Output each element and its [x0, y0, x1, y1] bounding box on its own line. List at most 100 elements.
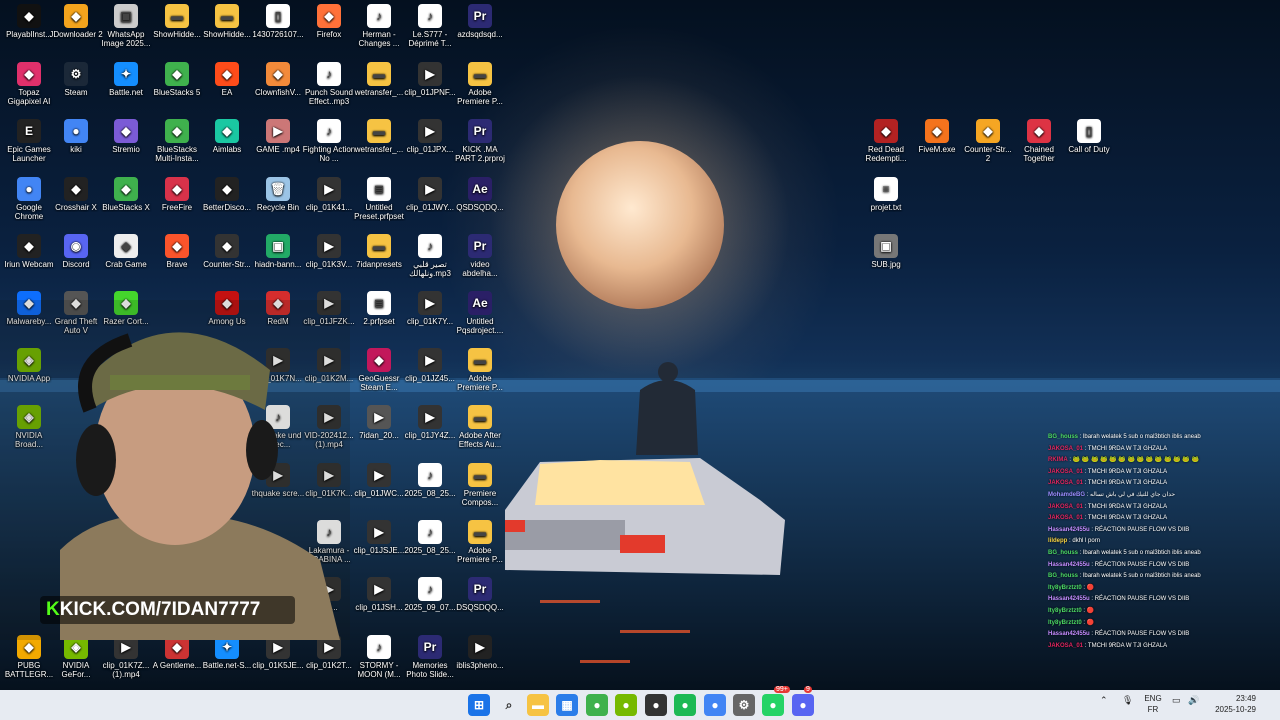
desktop-icon[interactable]: ▬ 7idanpresets: [352, 234, 406, 269]
chat-username[interactable]: BG_houss: [1048, 573, 1078, 579]
desktop-icon[interactable]: ♪ STORMY - MOON (M...: [352, 635, 406, 679]
desktop-icon[interactable]: ≣ Untitled Preset.prfpset: [352, 177, 406, 221]
desktop-icon[interactable]: ◆ Chained Together: [1012, 119, 1066, 163]
desktop-icon[interactable]: ◆ Firefox: [302, 4, 356, 39]
chat-username[interactable]: lty8yBrztzt0: [1048, 620, 1082, 626]
gear-icon[interactable]: ⚙: [733, 694, 755, 716]
desktop-icon[interactable]: ✦ Battle.net: [99, 62, 153, 97]
desktop-icon[interactable]: ▶ clip_01JPNF...: [403, 62, 457, 97]
desktop-icon[interactable]: Pr Memories Photo Slide...: [403, 635, 457, 679]
desktop-icon[interactable]: ◆ Topaz Gigapixel AI: [2, 62, 56, 106]
desktop-icon[interactable]: ≣ 2.prfpset: [352, 291, 406, 326]
desktop-icon[interactable]: Pr DSQSDQQ...: [453, 577, 507, 612]
desktop-icon[interactable]: ▬ Adobe Premiere P...: [453, 348, 507, 392]
chat-username[interactable]: JAKOSA_01: [1048, 504, 1083, 510]
desktop-icon[interactable]: ▶ clip_01K7Y...: [403, 291, 457, 326]
desktop-icon[interactable]: ▬ wetransfer_...: [352, 62, 406, 97]
chat-username[interactable]: Hassan42455u: [1048, 527, 1090, 533]
desktop-icon[interactable]: ♪ 2025_08_25...: [403, 520, 457, 555]
desktop-icon[interactable]: ◆ PUBG BATTLEGR...: [2, 635, 56, 679]
desktop-icon[interactable]: ◆ ClownfishV...: [251, 62, 305, 97]
desktop-icon[interactable]: 🗑 Recycle Bin: [251, 177, 305, 212]
network-icon[interactable]: ▭: [1172, 695, 1181, 706]
desktop-icon[interactable]: ◆ BetterDisco...: [200, 177, 254, 212]
desktop-icon[interactable]: ▣ SUB.jpg: [859, 234, 913, 269]
desktop-icon[interactable]: ▬ wetransfer_...: [352, 119, 406, 154]
desktop-icon[interactable]: ◆ Iriun Webcam: [2, 234, 56, 269]
desktop-icon[interactable]: ▶ clip_01JWY...: [403, 177, 457, 212]
discord-icon[interactable]: ●: [792, 694, 814, 716]
desktop-icon[interactable]: ▣ hiadn-bann...: [251, 234, 305, 269]
desktop-icon[interactable]: ▶ clip_01JSJE...: [352, 520, 406, 555]
chat-username[interactable]: Hassan42455u: [1048, 631, 1090, 637]
chrome-icon[interactable]: ●: [704, 694, 726, 716]
chat-username[interactable]: JAKOSA_01: [1048, 469, 1083, 475]
desktop-icon[interactable]: Pr video abdelha...: [453, 234, 507, 278]
bluestacks-icon[interactable]: ●: [586, 694, 608, 716]
desktop-icon[interactable]: ▬ Adobe Premiere P...: [453, 62, 507, 106]
whatsapp-icon[interactable]: ●: [762, 694, 784, 716]
desktop-icon[interactable]: ◈ NVIDIA GeFor...: [49, 635, 103, 679]
desktop-icon[interactable]: ▶ GAME .mp4: [251, 119, 305, 154]
chat-username[interactable]: BG_houss: [1048, 550, 1078, 556]
nvidia-icon[interactable]: ●: [615, 694, 637, 716]
desktop-icon[interactable]: ♪ Herman - Changes ...: [352, 4, 406, 48]
desktop-icon[interactable]: ▶ clip_01K3V...: [302, 234, 356, 269]
desktop-icon[interactable]: ▶ clip_01K5JE...: [251, 635, 305, 670]
desktop-icon[interactable]: Pr KICK .MA PART 2.prproj: [453, 119, 507, 163]
desktop-icon[interactable]: ▶ clip_01JY4Z...: [403, 405, 457, 440]
chat-username[interactable]: lty8yBrztzt0: [1048, 608, 1082, 614]
desktop-icon[interactable]: ▬ ShowHidde...: [150, 4, 204, 39]
chat-username[interactable]: Hassan42455u: [1048, 562, 1090, 568]
desktop-icon[interactable]: ◆ GeoGuessr Steam E...: [352, 348, 406, 392]
folder-icon[interactable]: ▬: [527, 694, 549, 716]
desktop-icon[interactable]: ◆ PlayablInst...: [2, 4, 56, 39]
windows-icon[interactable]: ⊞: [468, 694, 490, 716]
desktop-icon[interactable]: ● kiki: [49, 119, 103, 154]
desktop-icon[interactable]: ◆ JDownloader 2: [49, 4, 103, 39]
chat-username[interactable]: JAKOSA_01: [1048, 480, 1083, 486]
clock[interactable]: 23:49 2025-10-29: [1206, 693, 1256, 715]
microphone-icon[interactable]: 🎙: [1122, 695, 1133, 706]
desktop-icon[interactable]: ▶ clip_01K2T...: [302, 635, 356, 670]
desktop-icon[interactable]: ▯ 1430726107...: [251, 4, 305, 39]
desktop-icon[interactable]: ◆ Crab Game: [99, 234, 153, 269]
store-icon[interactable]: ▦: [556, 694, 578, 716]
desktop-icon[interactable]: ♪ Le.S777 - Déprimé T...: [403, 4, 457, 48]
language-indicator[interactable]: ENG FR: [1142, 693, 1164, 715]
desktop-icon[interactable]: ▶ clip_01JSH...: [352, 577, 406, 612]
desktop-icon[interactable]: ♪ تصير قلبي ونلهالك.mp3: [403, 234, 457, 278]
desktop-icon[interactable]: Ae Untitled Pqsdroject....: [453, 291, 507, 335]
spotify-icon[interactable]: ●: [674, 694, 696, 716]
desktop-icon[interactable]: ♪ 2025_09_07...: [403, 577, 457, 612]
desktop-icon[interactable]: ▬ Adobe After Effects Au...: [453, 405, 507, 449]
desktop-icon[interactable]: ◆ Counter-Str...: [200, 234, 254, 269]
desktop-icon[interactable]: ◆ BlueStacks 5: [150, 62, 204, 97]
desktop-icon[interactable]: ◆ EA: [200, 62, 254, 97]
chat-username[interactable]: RKIMA: [1048, 457, 1068, 463]
desktop-icon[interactable]: ◆ Red Dead Redempti...: [859, 119, 913, 163]
chat-username[interactable]: lty8yBrztzt0: [1048, 585, 1082, 591]
desktop-icon[interactable]: ▬ ShowHidde...: [200, 4, 254, 39]
desktop-icon[interactable]: ◆ FiveM.exe: [910, 119, 964, 154]
desktop-icon[interactable]: ▶ clip_01K41...: [302, 177, 356, 212]
desktop-icon[interactable]: ▬ Adobe Premiere P...: [453, 520, 507, 564]
desktop-icon[interactable]: ◉ Discord: [49, 234, 103, 269]
desktop-icon[interactable]: ● Google Chrome: [2, 177, 56, 221]
desktop-icon[interactable]: ◆ A Gentleme...: [150, 635, 204, 670]
desktop-icon[interactable]: ◆ FreeFire: [150, 177, 204, 212]
desktop-icon[interactable]: ♪ Fighting Action No ...: [302, 119, 356, 163]
desktop-icon[interactable]: ▣ WhatsApp Image 2025...: [99, 4, 153, 48]
chat-username[interactable]: JAKOSA_01: [1048, 643, 1083, 649]
desktop-icon[interactable]: ▶ clip_01JPX...: [403, 119, 457, 154]
desktop-icon[interactable]: ✦ Battle.net-S...: [200, 635, 254, 670]
desktop-icon[interactable]: ▶ iblis3pheno...: [453, 635, 507, 670]
search-icon[interactable]: ⌕: [498, 694, 520, 716]
volume-icon[interactable]: 🔊: [1188, 695, 1199, 706]
desktop-icon[interactable]: ◆ Crosshair X: [49, 177, 103, 212]
desktop-icon[interactable]: Pr azdsqdsqd...: [453, 4, 507, 39]
desktop-icon[interactable]: ♪ 2025_08_25...: [403, 463, 457, 498]
desktop-icon[interactable]: ▶ clip_01JWC...: [352, 463, 406, 498]
obs-icon[interactable]: ●: [645, 694, 667, 716]
desktop-icon[interactable]: ◆ Brave: [150, 234, 204, 269]
